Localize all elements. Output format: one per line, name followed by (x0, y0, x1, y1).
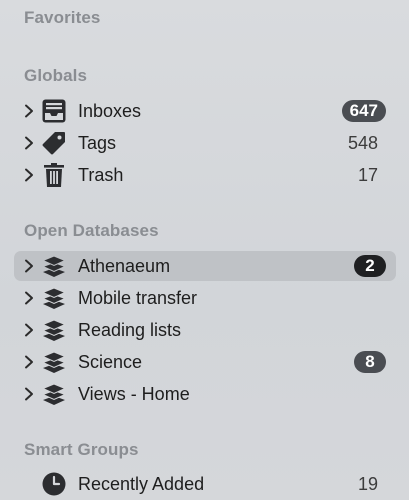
database-stack-icon (40, 316, 68, 344)
sidebar-item-label: Tags (78, 132, 117, 153)
trash-icon (40, 161, 68, 189)
inbox-icon (40, 97, 68, 125)
database-stack-icon (40, 252, 68, 280)
item-count: 19 (357, 473, 378, 494)
chevron-right-icon[interactable] (22, 258, 36, 274)
chevron-right-icon[interactable] (22, 103, 36, 119)
sidebar-item-label: Mobile transfer (78, 287, 198, 308)
sidebar: Favorites Globals Inboxes 647 Tags 548 T… (0, 0, 409, 500)
sidebar-item-recently-added[interactable]: Recently Added 19 (14, 469, 396, 499)
sidebar-item-label: Trash (78, 164, 124, 185)
sidebar-item-label: Inboxes (78, 100, 142, 121)
chevron-right-icon[interactable] (22, 290, 36, 306)
chevron-right-icon[interactable] (22, 322, 36, 338)
sidebar-item-label: Reading lists (78, 319, 182, 340)
database-stack-icon (40, 284, 68, 312)
sidebar-item-athenaeum[interactable]: Athenaeum 2 (14, 251, 396, 281)
section-header-smart-groups[interactable]: Smart Groups (24, 440, 139, 460)
item-count: 548 (347, 132, 378, 153)
sidebar-item-science[interactable]: Science 8 (14, 347, 396, 377)
sidebar-item-label: Views - Home (78, 383, 190, 404)
sidebar-item-label: Science (78, 351, 143, 372)
section-header-open-databases[interactable]: Open Databases (24, 221, 159, 241)
section-header-globals[interactable]: Globals (24, 66, 87, 86)
section-header-favorites[interactable]: Favorites (24, 8, 101, 28)
database-stack-icon (40, 380, 68, 408)
chevron-right-icon[interactable] (22, 354, 36, 370)
database-stack-icon (40, 348, 68, 376)
sidebar-item-tags[interactable]: Tags 548 (14, 128, 396, 158)
chevron-right-icon[interactable] (22, 135, 36, 151)
sidebar-item-inboxes[interactable]: Inboxes 647 (14, 96, 396, 126)
sidebar-item-reading-lists[interactable]: Reading lists (14, 315, 396, 345)
sidebar-item-label: Recently Added (78, 473, 205, 494)
sidebar-item-views-home[interactable]: Views - Home (14, 379, 396, 409)
sidebar-item-mobile-transfer[interactable]: Mobile transfer (14, 283, 396, 313)
count-badge: 8 (354, 351, 386, 373)
chevron-right-icon[interactable] (22, 386, 36, 402)
sidebar-item-label: Athenaeum (78, 255, 171, 276)
clock-icon (40, 470, 68, 498)
item-count: 17 (357, 164, 378, 185)
chevron-right-icon[interactable] (22, 167, 36, 183)
tag-icon (40, 129, 68, 157)
sidebar-item-trash[interactable]: Trash 17 (14, 160, 396, 190)
count-badge: 2 (354, 255, 386, 277)
count-badge: 647 (341, 100, 386, 122)
